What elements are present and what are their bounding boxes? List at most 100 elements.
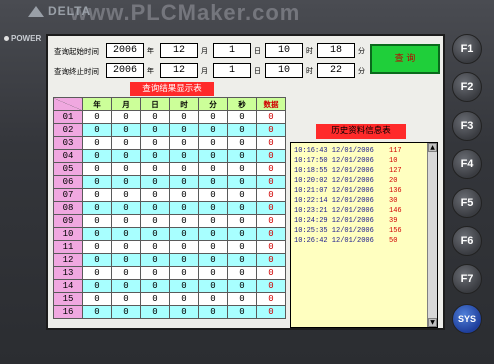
end-hour-unit: 时: [306, 67, 313, 75]
end-hour-input[interactable]: 10: [265, 63, 303, 78]
table-cell: 0: [82, 214, 112, 228]
table-cell: 0: [140, 227, 170, 241]
table-cell: 0: [111, 201, 141, 215]
table-cell: 0: [198, 305, 228, 319]
f5-key[interactable]: F5: [452, 188, 482, 218]
start-month-input[interactable]: 12: [160, 43, 198, 58]
table-cell: 0: [198, 240, 228, 254]
list-item[interactable]: 10:22:14 12/01/2006 30: [291, 196, 429, 206]
data-cell: 0: [256, 136, 286, 150]
end-year-input[interactable]: 2006: [106, 63, 144, 78]
f1-key[interactable]: F1: [452, 34, 482, 64]
table-cell: 0: [111, 214, 141, 228]
table-cell: 0: [198, 201, 228, 215]
hmi-screen: 查询起始时间 2006 年 12 月 1 日 10 时 18 分 查询终止时间 …: [46, 34, 445, 330]
table-cell: 0: [82, 305, 112, 319]
table-cell: 0: [169, 292, 199, 306]
list-item[interactable]: 10:18:55 12/01/2006 127: [291, 166, 429, 176]
table-cell: 0: [140, 110, 170, 124]
end-day-unit: 日: [254, 67, 261, 75]
scroll-down-icon[interactable]: ▼: [428, 318, 437, 327]
history-timestamp: 10:18:55 12/01/2006: [294, 167, 374, 175]
logo-text: DELTA: [48, 4, 92, 18]
table-cell: 0: [111, 292, 141, 306]
list-item[interactable]: 10:21:07 12/01/2006 136: [291, 186, 429, 196]
table-cell: 0: [198, 188, 228, 202]
list-item[interactable]: 10:20:02 12/01/2006 20: [291, 176, 429, 186]
table-cell: 0: [198, 110, 228, 124]
table-cell: 0: [140, 292, 170, 306]
row-index: 06: [53, 175, 83, 189]
table-cell: 0: [82, 279, 112, 293]
list-item[interactable]: 10:25:35 12/01/2006 156: [291, 226, 429, 236]
table-cell: 0: [111, 227, 141, 241]
header-corner: [53, 97, 83, 111]
col-header-minute: 分: [198, 97, 228, 111]
start-year-unit: 年: [147, 47, 154, 55]
table-cell: 0: [140, 214, 170, 228]
scroll-up-icon[interactable]: ▲: [428, 143, 437, 152]
f2-key[interactable]: F2: [452, 72, 482, 102]
list-item[interactable]: 10:26:42 12/01/2006 50: [291, 236, 429, 246]
table-cell: 0: [82, 123, 112, 137]
table-cell: 0: [140, 279, 170, 293]
list-item[interactable]: 10:23:21 12/01/2006 146: [291, 206, 429, 216]
table-row: 13 0 0 0 0 0 0 0: [53, 266, 286, 280]
start-hour-input[interactable]: 10: [265, 43, 303, 58]
start-day-input[interactable]: 1: [213, 43, 251, 58]
table-cell: 0: [227, 227, 257, 241]
table-cell: 0: [140, 201, 170, 215]
start-minute-unit: 分: [358, 47, 365, 55]
table-cell: 0: [227, 253, 257, 267]
history-scrollbar[interactable]: ▲ ▼: [427, 143, 437, 327]
table-cell: 0: [82, 240, 112, 254]
row-index: 12: [53, 253, 83, 267]
table-row: 08 0 0 0 0 0 0 0: [53, 201, 286, 215]
history-timestamp: 10:21:07 12/01/2006: [294, 187, 374, 195]
data-cell: 0: [256, 175, 286, 189]
row-index: 13: [53, 266, 83, 280]
list-item[interactable]: 10:24:29 12/01/2006 39: [291, 216, 429, 226]
f6-key[interactable]: F6: [452, 226, 482, 256]
data-cell: 0: [256, 214, 286, 228]
table-cell: 0: [227, 110, 257, 124]
row-index: 01: [53, 110, 83, 124]
table-cell: 0: [169, 305, 199, 319]
table-cell: 0: [169, 162, 199, 176]
history-value: 39: [389, 217, 398, 225]
f7-key[interactable]: F7: [452, 264, 482, 294]
table-cell: 0: [169, 149, 199, 163]
list-item[interactable]: 10:17:50 12/01/2006 10: [291, 156, 429, 166]
table-cell: 0: [169, 110, 199, 124]
start-year-input[interactable]: 2006: [106, 43, 144, 58]
data-cell: 0: [256, 266, 286, 280]
table-cell: 0: [227, 149, 257, 163]
end-day-input[interactable]: 1: [213, 63, 251, 78]
table-cell: 0: [82, 149, 112, 163]
table-row: 01 0 0 0 0 0 0 0: [53, 110, 286, 124]
table-cell: 0: [111, 253, 141, 267]
table-cell: 0: [169, 240, 199, 254]
power-indicator: POWER: [4, 34, 41, 43]
end-minute-input[interactable]: 22: [317, 63, 355, 78]
history-value: 50: [389, 237, 398, 245]
table-row: 10 0 0 0 0 0 0 0: [53, 227, 286, 241]
end-month-input[interactable]: 12: [160, 63, 198, 78]
row-index: 08: [53, 201, 83, 215]
table-cell: 0: [169, 214, 199, 228]
table-cell: 0: [140, 175, 170, 189]
f4-key[interactable]: F4: [452, 149, 482, 179]
f3-key[interactable]: F3: [452, 111, 482, 141]
table-cell: 0: [227, 188, 257, 202]
table-cell: 0: [111, 175, 141, 189]
sys-key[interactable]: SYS: [452, 304, 482, 334]
delta-triangle-icon: [28, 6, 44, 18]
table-cell: 0: [169, 279, 199, 293]
history-timestamp: 10:25:35 12/01/2006: [294, 227, 374, 235]
list-item[interactable]: 10:16:43 12/01/2006 117: [291, 146, 429, 156]
query-button[interactable]: 查 询: [370, 44, 440, 74]
start-minute-input[interactable]: 18: [317, 43, 355, 58]
table-cell: 0: [227, 266, 257, 280]
table-cell: 0: [111, 305, 141, 319]
end-minute-unit: 分: [358, 67, 365, 75]
